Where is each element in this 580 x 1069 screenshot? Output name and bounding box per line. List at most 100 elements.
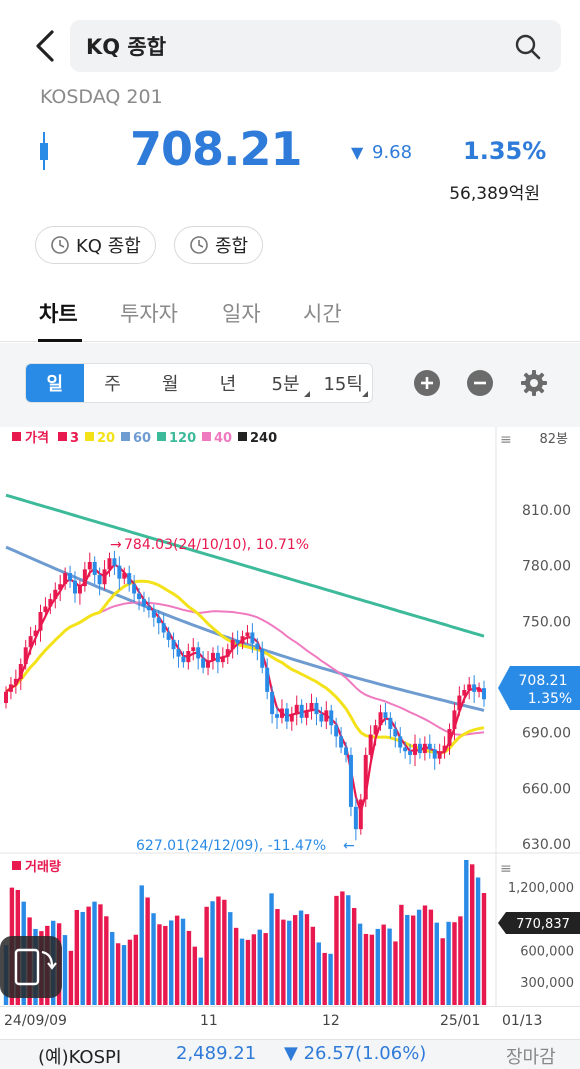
volume-menu-icon[interactable]: ≡: [500, 861, 512, 877]
search-icon[interactable]: [513, 32, 543, 62]
candle-body: [294, 704, 299, 715]
y-tick: 780.00: [522, 559, 571, 575]
price-change-pct: 1.35%: [463, 137, 547, 165]
period-15tick[interactable]: 15틱: [314, 364, 372, 402]
candle-body: [383, 712, 388, 718]
volume-bar: [192, 946, 198, 1005]
price-change: 9.68: [372, 142, 413, 163]
volume-bar: [275, 909, 280, 1005]
candle-body: [215, 652, 220, 663]
search-query[interactable]: KQ 종합: [86, 31, 166, 61]
y-tick: 630.00: [522, 837, 571, 853]
candle-body: [339, 736, 344, 748]
bar-count: 82봉: [539, 432, 568, 447]
volume-bar: [281, 919, 286, 1005]
volume-bar: [287, 920, 292, 1005]
candle-body: [388, 717, 393, 729]
candle-body: [206, 660, 211, 668]
gear-icon[interactable]: [520, 369, 548, 397]
candle-body: [373, 725, 378, 735]
period-day[interactable]: 일: [26, 364, 84, 402]
volume-bar: [310, 926, 316, 1005]
legend-swatch-ma: [58, 432, 67, 441]
tab-investor[interactable]: 투자자: [120, 298, 178, 328]
candle-body: [107, 558, 112, 570]
candle-body: [97, 574, 102, 585]
volume-bar: [62, 935, 68, 1005]
candle-body: [13, 678, 18, 685]
candle-body: [245, 632, 250, 637]
period-week[interactable]: 주: [84, 364, 142, 402]
candle-body: [304, 710, 309, 718]
candle-body: [284, 708, 289, 722]
price-chart[interactable]: 가격 3 20 60 120 40 240 ≡ 82봉 810.00 780.00 750.0…: [0, 427, 580, 1039]
volume-bars: [3, 859, 487, 1005]
legend-swatch-ma: [238, 432, 247, 441]
candle-body: [255, 643, 260, 650]
candles: [4, 550, 486, 841]
x-tick: 25/01: [440, 1013, 481, 1029]
volume-tick: 300,000: [520, 976, 574, 991]
period-year[interactable]: 년: [199, 364, 257, 402]
y-tick: 660.00: [522, 781, 571, 797]
candle-body: [68, 573, 73, 581]
back-arrow-icon[interactable]: [28, 26, 64, 66]
volume-bar: [86, 906, 91, 1005]
candle-body: [309, 702, 314, 711]
volume-bar: [222, 899, 227, 1005]
volume-bar: [174, 915, 180, 1005]
menu-icon[interactable]: ≡: [500, 432, 512, 448]
candle-body: [422, 743, 427, 754]
volume-bar: [440, 938, 445, 1005]
legend-swatch-ma: [202, 432, 211, 441]
legend-swatch-volume: [12, 861, 21, 870]
candle-body: [191, 647, 196, 652]
candle-body: [344, 747, 349, 755]
volume-bar: [292, 915, 298, 1005]
index-code: KOSDAQ 201: [40, 86, 163, 108]
chip-composite[interactable]: 종합: [174, 226, 264, 264]
rotate-screen-button[interactable]: [0, 936, 62, 998]
index-ticker-bar[interactable]: (예)KOSPI 2,489.21 ▼ 26.57(1.06%) 장마감: [0, 1039, 580, 1069]
volume-bar: [257, 929, 262, 1005]
tab-chart[interactable]: 차트: [39, 298, 78, 328]
ma-120-line: [5, 493, 485, 638]
candle-body: [452, 710, 457, 729]
candle-body: [156, 617, 161, 624]
candle-body: [176, 649, 181, 657]
period-month[interactable]: 월: [141, 364, 199, 402]
legend-ma-label: 240: [250, 431, 277, 446]
volume-bar: [210, 901, 215, 1005]
candle-body: [77, 586, 82, 594]
volume-bar: [316, 942, 321, 1005]
candle-body: [210, 652, 215, 661]
candle-body: [235, 639, 240, 644]
volume-bar: [458, 916, 463, 1005]
volume-bar: [434, 922, 439, 1005]
y-tick: 690.00: [522, 726, 571, 742]
candle-body: [28, 636, 33, 648]
tab-daily[interactable]: 일자: [222, 298, 261, 328]
volume-bar: [233, 927, 239, 1005]
volume-bar: [387, 928, 392, 1005]
volume-bar: [133, 934, 139, 1005]
period-5min[interactable]: 5분: [257, 364, 315, 402]
zoom-out-icon[interactable]: [466, 369, 494, 397]
volume-bar: [428, 909, 434, 1005]
candle-body: [358, 799, 363, 830]
candle-body: [348, 754, 353, 807]
candle-body: [417, 743, 422, 754]
candle-body: [53, 589, 58, 600]
candle-body: [334, 725, 339, 737]
zoom-in-icon[interactable]: [413, 369, 441, 397]
volume-bar: [180, 918, 186, 1005]
candle-body: [132, 584, 137, 594]
volume-tag-value: 770,837: [516, 917, 570, 932]
volume-bar: [304, 914, 310, 1005]
volume-bar: [98, 904, 103, 1005]
tab-time[interactable]: 시간: [303, 298, 342, 328]
candle-body: [23, 647, 28, 665]
chip-kq-composite[interactable]: KQ 종합: [35, 226, 156, 264]
candle-body: [186, 651, 191, 663]
candle-body: [43, 606, 48, 613]
